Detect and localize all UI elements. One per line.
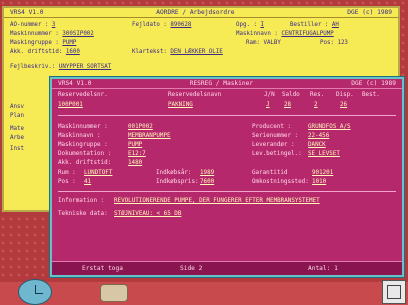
jn-label: J/N (264, 92, 275, 98)
desktop-dock (0, 282, 408, 305)
indkobsar-field[interactable]: 1989 (200, 170, 214, 176)
ao-number-field[interactable]: 3 (52, 22, 56, 28)
reservedelsnr-field[interactable]: 100P001 (58, 102, 83, 108)
tekniske-label: Tekniske data: (58, 211, 108, 217)
driftstid-field[interactable]: 1480 (128, 160, 142, 166)
dokumentation-label: Dokumentation : (58, 151, 112, 157)
serienummer-field[interactable]: 22-456 (308, 133, 329, 139)
jn-field[interactable]: J (266, 102, 270, 108)
fejlbeskriv-field[interactable]: UNYPPER SORTSAT (59, 64, 111, 70)
tekniske-field[interactable]: STØJNIVEAU: < 65 DB (114, 211, 181, 217)
garantitid-label: Garantitid (252, 170, 288, 176)
serienummer-label: Serienummer : (252, 133, 299, 139)
disp-label: Disp. (336, 92, 354, 98)
garantitid-field[interactable]: 901201 (312, 170, 333, 176)
res-field[interactable]: 2 (314, 102, 318, 108)
klartekst-label: Klartekst: (132, 49, 167, 55)
leverandor-label: Leverandør : (252, 142, 295, 148)
omkost-label: Omkostningssted: (252, 179, 309, 185)
status-count: Antal: 1 (308, 265, 338, 272)
res-label: Res. (310, 92, 325, 98)
back-maskingruppe-field[interactable]: PUMP (62, 40, 76, 46)
back-maskinnummer-label: Maskinnummer : (10, 31, 59, 37)
maskinnavn-label: Maskinnavn : (58, 133, 101, 139)
saldo-field[interactable]: 28 (284, 102, 291, 108)
maskinnummer-field[interactable]: 001P002 (128, 124, 153, 130)
best-label: Best. (362, 92, 380, 98)
levbetingel-label: Lev.betingel.: (252, 151, 302, 157)
cube-icon[interactable] (382, 280, 406, 304)
side-label-ansv: Ansv (10, 104, 24, 110)
maskinnummer-label: Maskinnummer : (58, 124, 108, 130)
reservedelsnavn-field[interactable]: PAKNING (168, 102, 193, 108)
indkobsar-label: Indkøbsår: (156, 170, 192, 176)
dokumentation-field[interactable]: E12:7 (128, 151, 146, 157)
front-copyright: DGE (c) 1989 (351, 80, 396, 87)
side-label-mate: Mate (10, 126, 24, 132)
opg-label: Opg. : (236, 22, 257, 28)
back-ram-label: Ram: VALBY (246, 40, 281, 46)
front-app-version: VRS4 V1.0 (58, 80, 92, 87)
arbejdsordre-titlebar[interactable]: VRS4 V1.0 AORDRE / Arbejdsordre DGE (c) … (4, 8, 398, 18)
producent-field[interactable]: GRUNDFOS A/S (308, 124, 351, 130)
back-driftstid-field[interactable]: 1600 (66, 49, 80, 55)
status-bar: Erstat toga Side 2 Antal: 1 (52, 261, 402, 275)
producent-label: Producent : (252, 124, 292, 130)
front-window-title: RESREG / Maskiner (189, 80, 254, 87)
dish-icon[interactable] (100, 284, 128, 302)
rum-field[interactable]: LUNDTOFT (84, 170, 112, 176)
bestiller-field[interactable]: AH (332, 22, 339, 28)
reservedelsnavn-label: Reservedelsnavn (168, 92, 222, 98)
saldo-label: Saldo (282, 92, 300, 98)
klartekst-field[interactable]: DEN LÆKKER OLIE (170, 49, 222, 55)
omkost-field[interactable]: 1010 (312, 179, 326, 185)
reservedelsnr-label: Reservedelsnr. (58, 92, 108, 98)
maskinnavn-field[interactable]: MEMBRANPUMPE (128, 133, 171, 139)
clock-icon[interactable] (18, 279, 52, 305)
side-label-inst: Inst (10, 146, 24, 152)
side-label-arbe: Arbe (10, 135, 24, 141)
status-left[interactable]: Erstat toga (82, 262, 123, 275)
back-pos-label: Pos: 123 (320, 40, 348, 46)
back-maskingruppe-label: Maskingruppe : (10, 40, 59, 46)
resreg-maskiner-window[interactable]: VRS4 V1.0 RESREG / Maskiner DGE (c) 1989… (50, 77, 404, 277)
back-maskinnavn-label: Maskinnavn : (236, 31, 278, 37)
indkobspris-field[interactable]: 7600 (200, 179, 214, 185)
maskingruppe-label: Maskingruppe : (58, 142, 108, 148)
opg-field[interactable]: I (260, 22, 264, 28)
copyright: DGE (c) 1989 (347, 9, 392, 16)
status-page: Side 2 (180, 265, 203, 272)
disp-field[interactable]: 26 (340, 102, 347, 108)
back-maskinnummer-field[interactable]: 300SIP002 (62, 31, 93, 37)
information-label: Information : (58, 198, 105, 204)
pos-label: Pos : (58, 179, 76, 185)
window-title: AORDRE / Arbejdsordre (156, 9, 235, 16)
resreg-titlebar[interactable]: VRS4 V1.0 RESREG / Maskiner DGE (c) 1989 (52, 79, 402, 89)
rum-label: Rum : (58, 170, 76, 176)
ao-number-label: AO-nummer : (10, 22, 49, 28)
divider (58, 115, 396, 116)
driftstid-label: Akk. driftstid: (58, 160, 112, 166)
back-maskinnavn-field[interactable]: CENTRIFUGALPUMP (281, 31, 333, 37)
indkobspris-label: Indkøbspris: (156, 179, 199, 185)
leverandor-field[interactable]: DANCK (308, 142, 326, 148)
app-version: VRS4 V1.0 (10, 9, 44, 16)
bestiller-label: Bestiller : (290, 22, 329, 28)
divider (58, 191, 396, 192)
levbetingel-field[interactable]: SE LEVSET (308, 151, 340, 157)
fejldato-label: Fejldato : (132, 22, 167, 28)
pos-field[interactable]: 41 (84, 179, 91, 185)
back-driftstid-label: Akk. driftstid: (10, 49, 63, 55)
side-label-plan: Plan (10, 113, 24, 119)
fejlbeskriv-label: Fejlbeskriv.: (10, 64, 56, 70)
fejldato-field[interactable]: 890628 (170, 22, 191, 28)
information-field[interactable]: REVOLUTIONERENDE PUMPE, DER FUNGERER EFT… (114, 198, 320, 204)
maskingruppe-field[interactable]: PUMP (128, 142, 142, 148)
